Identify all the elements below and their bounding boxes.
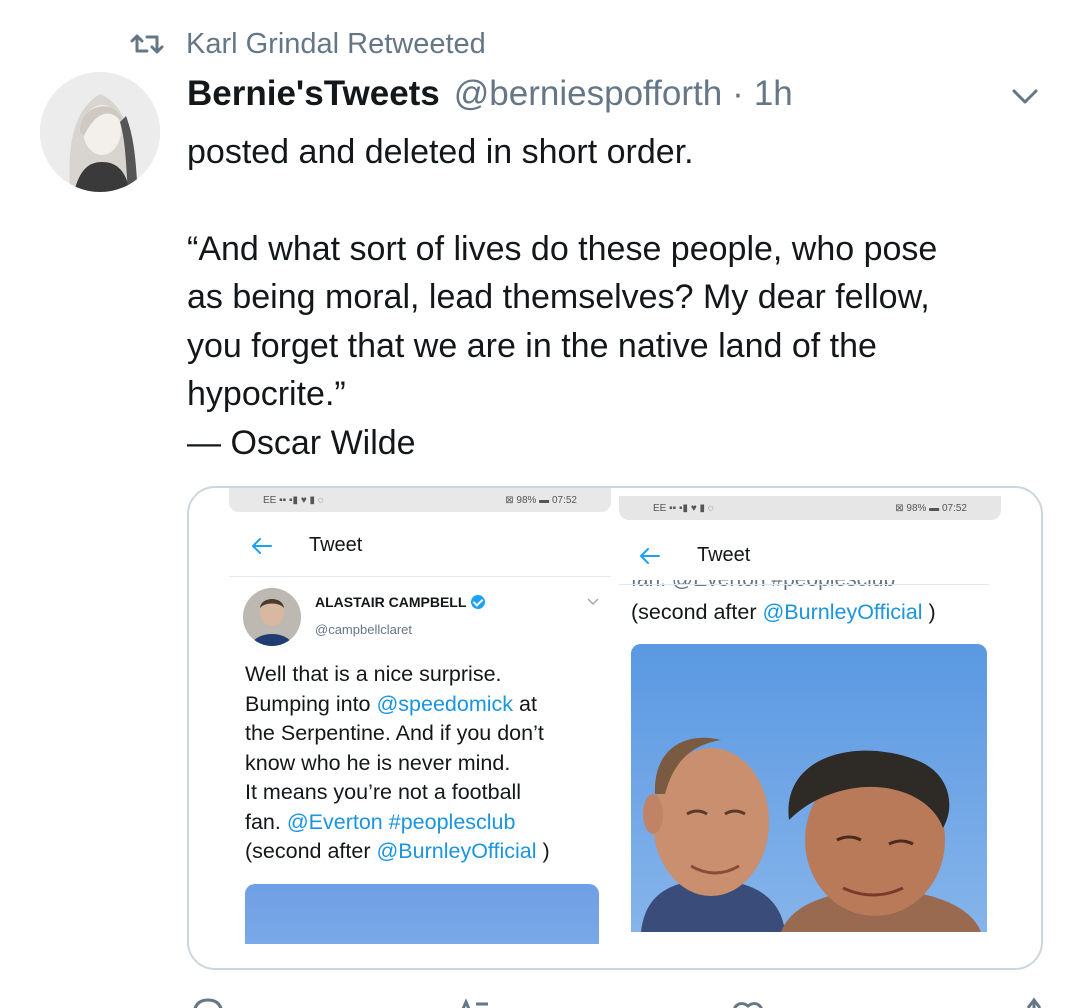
divider	[229, 576, 611, 577]
reply-icon[interactable]	[190, 996, 226, 1008]
divider	[619, 584, 989, 585]
inner-avatar	[243, 588, 301, 646]
separator-dot: ·	[732, 74, 744, 113]
inner-text-4: )	[536, 839, 550, 863]
tweet-text: posted and deleted in short order. “And …	[187, 128, 1047, 467]
chevron-down-icon[interactable]	[1010, 84, 1040, 110]
retweet-context[interactable]: Karl Grindal Retweeted	[130, 26, 486, 62]
status-bar-left: EE ▪▪ ▪▮ ♥ ▮ ◌	[263, 494, 324, 506]
like-icon[interactable]	[730, 996, 766, 1008]
status-bar-left: EE ▪▪ ▪▮ ♥ ▮ ◌	[653, 502, 714, 514]
inner-tweet-text: Well that is a nice surprise. Bumping in…	[245, 660, 595, 867]
hashtag-link: #peoplesclub	[388, 809, 516, 834]
inner-author-name-text: ALASTAIR CAMPBELL	[315, 594, 467, 610]
tweet-quote: “And what sort of lives do these people,…	[187, 229, 938, 462]
tweet-text-line-1: posted and deleted in short order.	[187, 133, 694, 171]
chevron-down-icon	[587, 598, 599, 605]
status-bar-right: ⊠ 98% ▬ 07:52	[505, 494, 577, 506]
verified-badge-icon	[471, 595, 486, 609]
inner-author-handle: @campbellclaret	[315, 622, 413, 637]
retweet-label: Karl Grindal Retweeted	[186, 27, 486, 60]
retweet-action-icon[interactable]	[456, 996, 492, 1008]
tweet-header: Bernie'sTweets @berniespofforth · 1h	[187, 74, 793, 114]
screen-title: Tweet	[309, 534, 363, 556]
retweet-icon	[130, 34, 164, 54]
tweet-timestamp[interactable]: 1h	[754, 74, 793, 114]
mention-link: @speedomick	[376, 691, 514, 716]
screen-title: Tweet	[697, 544, 751, 566]
mention-link: @BurnleyOfficial	[376, 839, 537, 863]
inner-tweet-text: (second after @BurnleyOfficial )	[631, 600, 936, 625]
phone-status-bar: EE ▪▪ ▪▮ ♥ ▮ ◌ ⊠ 98% ▬ 07:52	[619, 496, 1001, 520]
inner-text-suffix: )	[922, 600, 936, 624]
back-arrow-icon	[640, 548, 660, 564]
phone-status-bar: EE ▪▪ ▪▮ ♥ ▮ ◌ ⊠ 98% ▬ 07:52	[229, 488, 611, 512]
clipped-text-line: fan. @Everton #peoplesclub	[631, 580, 1001, 590]
inner-text-prefix: (second after	[631, 600, 763, 624]
selfie-photo	[631, 644, 987, 932]
inner-author-name: ALASTAIR CAMPBELL	[315, 594, 486, 610]
share-icon[interactable]	[1016, 996, 1052, 1008]
clipped-text: fan. @Everton #peoplesclub	[631, 580, 1001, 590]
user-handle[interactable]: @berniespofforth	[454, 74, 722, 114]
media-image-left[interactable]: EE ▪▪ ▪▮ ♥ ▮ ◌ ⊠ 98% ▬ 07:52 Tweet ALAST…	[229, 488, 611, 944]
tweet-media[interactable]: EE ▪▪ ▪▮ ♥ ▮ ◌ ⊠ 98% ▬ 07:52 Tweet ALAST…	[187, 486, 1043, 970]
media-image-right[interactable]: EE ▪▪ ▪▮ ♥ ▮ ◌ ⊠ 98% ▬ 07:52 Tweet fan. …	[619, 496, 1001, 936]
back-arrow-icon	[252, 538, 272, 554]
status-bar-right: ⊠ 98% ▬ 07:52	[895, 502, 967, 514]
display-name[interactable]: Bernie'sTweets	[187, 74, 440, 114]
avatar-photo	[40, 72, 160, 192]
mention-link: @BurnleyOfficial	[762, 600, 923, 624]
inner-text-3: (second after	[245, 839, 371, 863]
mention-link: @Everton	[286, 809, 383, 834]
inner-photo	[245, 884, 599, 944]
avatar[interactable]	[40, 72, 160, 192]
